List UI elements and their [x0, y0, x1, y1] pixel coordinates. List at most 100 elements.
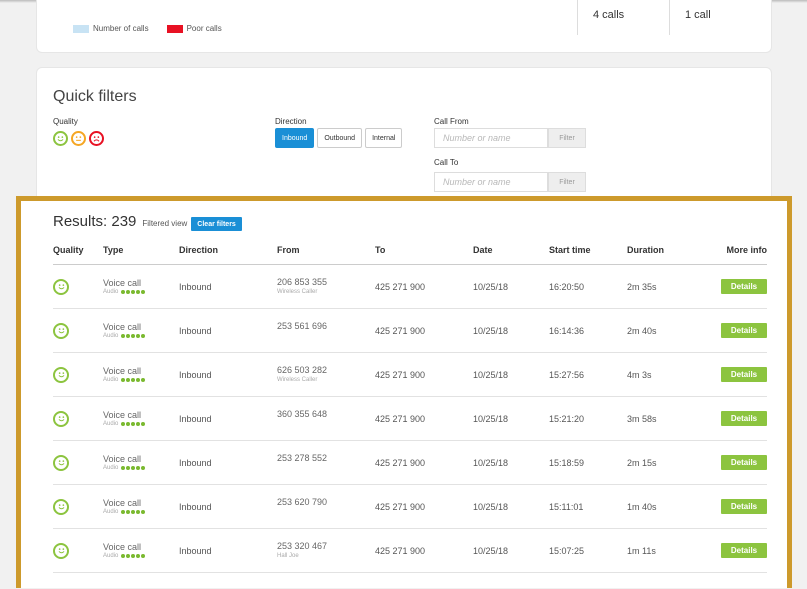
audio-quality: Audio: [103, 553, 179, 559]
results-header: Results: 239 Filtered view Clear filters: [53, 213, 767, 235]
start-time-cell: 15:27:56: [549, 369, 585, 380]
quick-filters-title: Quick filters: [53, 88, 137, 105]
direction-cell: Inbound: [179, 545, 212, 556]
details-button[interactable]: Details: [721, 367, 767, 382]
quality-cell: [53, 498, 103, 515]
audio-quality: Audio: [103, 289, 179, 295]
to-cell: 425 271 900: [375, 545, 426, 556]
to-cell: 425 271 900: [375, 413, 426, 424]
col-type[interactable]: Type: [103, 245, 179, 255]
table-row[interactable]: Voice call Audio Inbound 253 561 696 425 271…: [53, 309, 767, 353]
quality-cell: [53, 410, 103, 427]
details-button[interactable]: Details: [721, 543, 767, 558]
direction-internal-button[interactable]: Internal: [365, 128, 403, 148]
direction-outbound-button[interactable]: Outbound: [317, 128, 363, 148]
from-caller-name: Hall Joe: [277, 552, 299, 559]
from-number: 253 561 696: [277, 320, 328, 331]
table-row[interactable]: Voice call Audio Inbound 253 278 552 425 271…: [53, 441, 767, 485]
from-cell: 253 320 467 Hall Joe: [277, 541, 375, 561]
direction-cell: Inbound: [179, 369, 212, 380]
call-to-label: Call To: [434, 158, 459, 167]
audio-rating-dots-icon: [121, 378, 146, 382]
date-cell: 10/25/18: [473, 325, 509, 336]
quality-cell: [53, 278, 103, 295]
call-to-filter-button[interactable]: Filter: [548, 172, 586, 192]
audio-quality: Audio: [103, 465, 179, 471]
audio-quality: Audio: [103, 509, 179, 515]
call-type: Voice call: [103, 498, 142, 508]
date-cell: 10/25/18: [473, 501, 509, 512]
good-face-icon: [53, 410, 69, 427]
table-row[interactable]: Voice call Audio Inbound 360 355 648 425 271…: [53, 397, 767, 441]
from-cell: 360 355 648: [277, 409, 375, 429]
to-cell: 425 271 900: [375, 501, 426, 512]
more-info-cell: Details: [701, 499, 767, 514]
from-number: 360 355 648: [277, 408, 328, 419]
from-number: 253 278 552: [277, 452, 328, 463]
duration-cell: 1m 11s: [627, 545, 656, 556]
table-row[interactable]: Voice call Audio Inbound 626 503 282 Wireles…: [53, 353, 767, 397]
col-duration[interactable]: Duration: [627, 245, 701, 255]
audio-rating-dots-icon: [121, 510, 146, 514]
good-face-icon: [53, 366, 69, 383]
table-row[interactable]: Voice call Audio Inbound 253 320 467 Hall Jo…: [53, 529, 767, 573]
call-to-input[interactable]: Number or name: [434, 172, 548, 192]
audio-quality: Audio: [103, 377, 179, 383]
audio-rating-dots-icon: [121, 466, 146, 470]
details-button[interactable]: Details: [721, 455, 767, 470]
type-cell: Voice call Audio: [103, 498, 179, 515]
results-highlight-frame: Results: 239 Filtered view Clear filters…: [16, 196, 792, 588]
legend-number-of-calls: Number of calls: [73, 24, 149, 33]
details-button[interactable]: Details: [721, 499, 767, 514]
call-type: Voice call: [103, 366, 142, 376]
legend-swatch-poor: [166, 24, 183, 33]
table-row[interactable]: Voice call Audio Inbound 206 853 355 Wireles…: [53, 265, 767, 309]
good-face-icon: [53, 454, 69, 471]
call-type: Voice call: [103, 322, 142, 332]
audio-quality: Audio: [103, 421, 179, 427]
col-from[interactable]: From: [277, 245, 375, 255]
audio-label: Audio: [103, 465, 119, 471]
col-start-time[interactable]: Start time: [549, 245, 627, 255]
results-panel: Results: 239 Filtered view Clear filters…: [53, 213, 767, 573]
details-button[interactable]: Details: [721, 323, 767, 338]
good-face-icon: [53, 278, 69, 295]
audio-label: Audio: [103, 377, 119, 383]
from-cell: 253 561 696: [277, 321, 375, 341]
from-cell: 253 278 552: [277, 453, 375, 473]
clear-filters-button[interactable]: Clear filters: [191, 217, 242, 231]
col-date[interactable]: Date: [473, 245, 549, 255]
quality-cell: [53, 366, 103, 383]
stat-calls-b: 1 call: [685, 9, 711, 21]
details-button[interactable]: Details: [721, 411, 767, 426]
type-cell: Voice call Audio: [103, 322, 179, 339]
direction-cell: Inbound: [179, 457, 212, 468]
audio-label: Audio: [103, 289, 119, 295]
audio-quality: Audio: [103, 333, 179, 339]
col-quality[interactable]: Quality: [53, 245, 103, 255]
call-from-input[interactable]: Number or name: [434, 128, 548, 148]
duration-cell: 3m 58s: [627, 413, 657, 424]
start-time-cell: 16:20:50: [549, 281, 585, 292]
audio-label: Audio: [103, 421, 119, 427]
table-row[interactable]: Voice call Audio Inbound 253 620 790 425 271…: [53, 485, 767, 529]
quality-cell: [53, 322, 103, 339]
direction-inbound-button[interactable]: Inbound: [275, 128, 315, 148]
good-face-icon[interactable]: [53, 131, 68, 146]
col-direction[interactable]: Direction: [179, 245, 277, 255]
table-header: Quality Type Direction From To Date Star…: [53, 235, 767, 265]
direction-cell: Inbound: [179, 501, 212, 512]
quality-cell: [53, 542, 103, 559]
col-to[interactable]: To: [375, 245, 473, 255]
more-info-cell: Details: [701, 543, 767, 558]
poor-face-icon[interactable]: [89, 131, 104, 146]
details-button[interactable]: Details: [721, 279, 767, 294]
duration-cell: 2m 35s: [627, 281, 657, 292]
stat-calls-a: 4 calls: [593, 9, 625, 21]
direction-toggle-group: Inbound Outbound Internal: [275, 128, 405, 148]
neutral-face-icon[interactable]: [71, 131, 86, 146]
direction-cell: Inbound: [179, 325, 212, 336]
more-info-cell: Details: [701, 411, 767, 426]
to-cell: 425 271 900: [375, 281, 426, 292]
call-from-filter-button[interactable]: Filter: [548, 128, 586, 148]
